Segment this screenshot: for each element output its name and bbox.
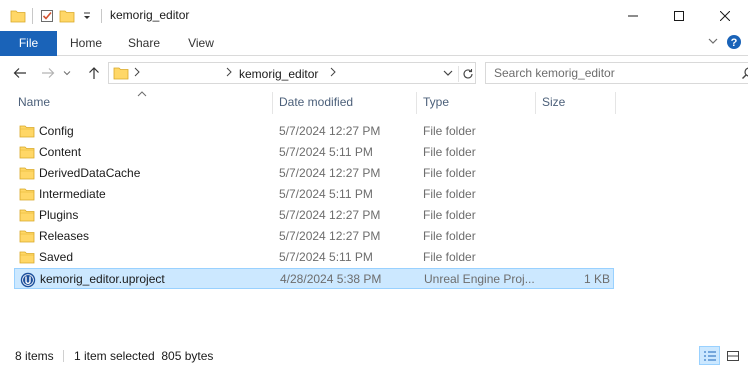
maximize-button[interactable] [656,0,702,31]
title-bar: kemorig_editor [0,0,748,31]
breadcrumb-chevron-icon[interactable] [329,66,337,81]
tab-share[interactable]: Share [118,31,170,56]
file-row[interactable]: Releases 5/7/2024 12:27 PM File folder [14,226,614,247]
search-input[interactable] [494,66,714,80]
file-row[interactable]: Config 5/7/2024 12:27 PM File folder [14,121,614,142]
tab-home[interactable]: Home [60,31,112,56]
file-name: Releases [39,229,90,243]
file-row[interactable]: Intermediate 5/7/2024 5:11 PM File folde… [14,184,614,205]
file-type: File folder [423,208,476,222]
file-row[interactable]: Plugins 5/7/2024 12:27 PM File folder [14,205,614,226]
back-button[interactable] [10,64,30,82]
status-divider [63,350,64,362]
file-type: File folder [423,166,476,180]
file-date-modified: 5/7/2024 5:11 PM [279,187,373,201]
file-name: kemorig_editor.uproject [40,272,165,286]
file-date-modified: 5/7/2024 12:27 PM [279,208,381,222]
folder-icon[interactable] [8,6,28,26]
customize-toolbar-dropdown-icon[interactable] [77,6,97,26]
address-bar[interactable]: kemorig_editor [108,62,476,84]
breadcrumb-chevron-icon[interactable] [133,66,141,81]
column-header-name[interactable]: Name [12,92,273,114]
address-dropdown-icon[interactable] [442,67,454,82]
file-type: File folder [423,187,476,201]
file-name: DerivedDataCache [39,166,141,180]
file-date-modified: 5/7/2024 5:11 PM [279,250,373,264]
search-box[interactable] [485,62,748,84]
file-name: Plugins [39,208,79,222]
file-type: File folder [423,145,476,159]
title-divider [101,9,102,23]
details-view-icon[interactable] [699,346,720,365]
breadcrumb-chevron-icon[interactable] [225,66,233,81]
help-icon[interactable]: ? [726,34,742,53]
folder-icon [19,124,35,141]
toolbar-divider [32,8,33,24]
unreal-project-icon [20,272,36,291]
svg-text:?: ? [731,37,738,49]
file-row[interactable]: kemorig_editor.uproject 4/28/2024 5:38 P… [14,268,614,289]
file-name: Config [39,124,74,138]
tab-view[interactable]: View [176,31,226,56]
file-date-modified: 5/7/2024 12:27 PM [279,166,381,180]
minimize-button[interactable] [610,0,656,31]
large-icons-view-icon[interactable] [722,346,743,365]
file-date-modified: 5/7/2024 5:11 PM [279,145,373,159]
recent-locations-icon[interactable] [60,64,74,82]
properties-checkbox-icon[interactable] [37,6,57,26]
folder-icon [19,145,35,162]
folder-icon [19,250,35,267]
file-type: File folder [423,229,476,243]
file-list: Config 5/7/2024 12:27 PM File folder Con… [14,121,614,289]
folder-icon [19,187,35,204]
folder-icon [19,166,35,183]
folder-icon [19,229,35,246]
forward-button[interactable] [38,64,58,82]
selection-info: 1 item selected 805 bytes [74,349,214,363]
expand-ribbon-icon[interactable] [707,35,719,49]
column-header-size[interactable]: Size [536,92,616,114]
folder-icon [113,66,129,83]
file-date-modified: 4/28/2024 5:38 PM [280,272,382,286]
file-row[interactable]: Content 5/7/2024 5:11 PM File folder [14,142,614,163]
file-type: File folder [423,124,476,138]
window-title: kemorig_editor [110,8,190,22]
tab-file[interactable]: File [0,31,57,56]
breadcrumb-current[interactable]: kemorig_editor [239,67,318,81]
item-count: 8 items [15,349,54,363]
file-row[interactable]: Saved 5/7/2024 5:11 PM File folder [14,247,614,268]
file-name: Content [39,145,82,159]
status-bar: 8 items 1 item selected 805 bytes [0,344,748,368]
file-name: Intermediate [39,187,106,201]
quick-access-toolbar [8,6,97,26]
column-header-type[interactable]: Type [417,92,536,114]
new-folder-icon[interactable] [57,6,77,26]
up-button[interactable] [84,64,104,82]
search-icon[interactable] [741,66,748,83]
file-date-modified: 5/7/2024 12:27 PM [279,124,381,138]
file-date-modified: 5/7/2024 12:27 PM [279,229,381,243]
file-type: File folder [423,250,476,264]
close-button[interactable] [702,0,748,31]
refresh-icon[interactable] [458,66,476,82]
column-header-date-modified[interactable]: Date modified [273,92,417,114]
file-row[interactable]: DerivedDataCache 5/7/2024 12:27 PM File … [14,163,614,184]
navigation-bar: kemorig_editor [0,56,748,90]
file-size: 1 KB [583,272,610,286]
ribbon-tabs: File Home Share View ? [0,31,748,56]
folder-icon [19,208,35,225]
file-name: Saved [39,250,74,264]
file-type: Unreal Engine Proj... [424,272,535,286]
